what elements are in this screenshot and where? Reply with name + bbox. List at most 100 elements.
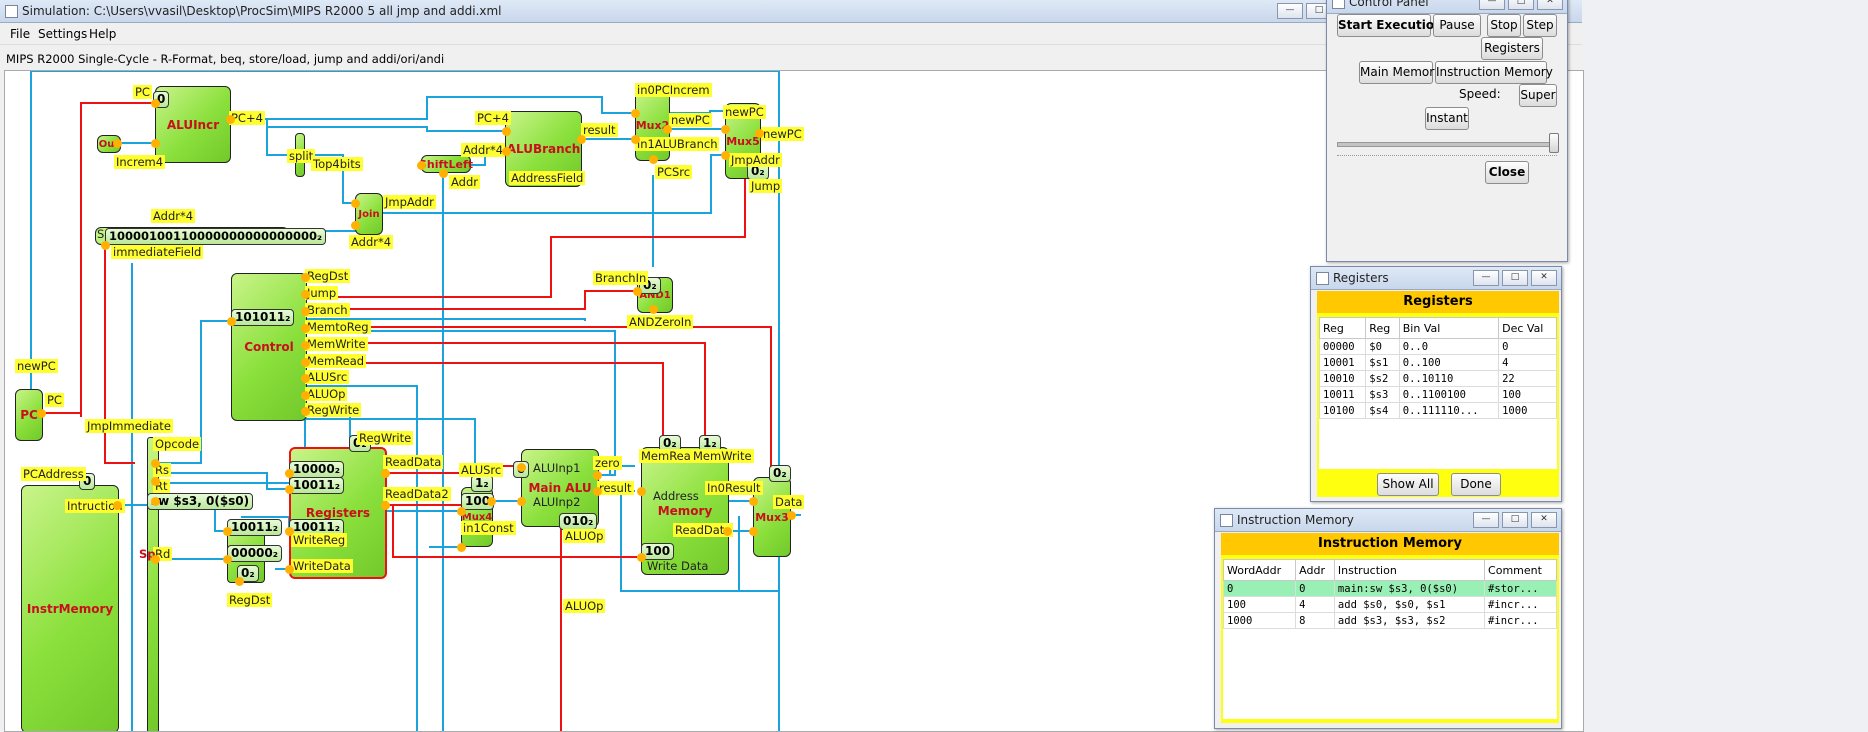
table-cell: 0..10110 — [1398, 370, 1500, 387]
table-cell: 0 — [1498, 338, 1557, 355]
control-panel-window: Control Panel — □ ✕ Start Execution Paus… — [1326, 0, 1568, 262]
close-window-button[interactable]: ✕ — [1531, 512, 1557, 528]
instr-memory-header: Instruction Memory — [1221, 533, 1559, 555]
menu-file[interactable]: File — [10, 27, 30, 41]
main-window-title: Simulation: C:\Users\vvasil\Desktop\Proc… — [22, 4, 502, 18]
registers-column-header[interactable]: Dec Val — [1498, 317, 1557, 339]
registers-column-header[interactable]: Bin Val — [1398, 317, 1500, 339]
label-new-pc-c: newPC — [761, 127, 804, 141]
label-alu-src-b: ALUSrc — [459, 463, 504, 477]
minimize-button[interactable]: — — [1479, 0, 1505, 10]
table-row[interactable]: 10010 $s2 0..10110 22 — [1319, 370, 1557, 387]
speed-slider-thumb[interactable] — [1549, 133, 1559, 153]
table-cell: 1000 — [1223, 612, 1297, 629]
close-window-button[interactable]: ✕ — [1537, 0, 1563, 10]
table-cell: 0..111110... — [1398, 402, 1500, 419]
maximize-button[interactable]: □ — [1502, 270, 1528, 286]
label-pc-top: PC — [133, 85, 152, 99]
menu-help[interactable]: Help — [89, 27, 116, 41]
instr-table-area: WordAddr Addr Instruction Comment 0 0 main:sw… — [1223, 559, 1557, 719]
table-row[interactable]: 1000 8 add $s3, $s3, $s2 #incr... — [1223, 612, 1557, 629]
table-row[interactable]: 10001 $s1 0..100 4 — [1319, 354, 1557, 371]
table-row[interactable]: 00000 $0 0..0 0 — [1319, 338, 1557, 355]
minimize-button[interactable]: — — [1473, 512, 1499, 528]
table-cell: #stor... — [1484, 580, 1557, 597]
control[interactable]: Control — [231, 273, 307, 421]
table-cell: main:sw $s3, 0($s0) — [1333, 580, 1486, 597]
table-cell: add $s0, $s0, $s1 — [1333, 596, 1486, 613]
table-cell: 0..0 — [1398, 338, 1500, 355]
java-icon — [1316, 272, 1329, 285]
step-button[interactable]: Step — [1523, 14, 1557, 37]
label-result-b: result — [597, 481, 634, 495]
mux3-select-value: 0₂ — [769, 465, 791, 482]
instr-memory-titlebar: Instruction Memory — □ ✕ — [1215, 509, 1561, 532]
table-cell: add $s3, $s3, $s2 — [1333, 612, 1486, 629]
pause-button[interactable]: Pause — [1433, 14, 1481, 37]
instr-column-header[interactable]: Instruction — [1333, 559, 1486, 581]
control-panel-title: Control Panel — [1349, 0, 1429, 9]
start-execution-button[interactable]: Start Execution — [1337, 14, 1443, 37]
table-row[interactable]: 0 0 main:sw $s3, 0($s0) #stor... — [1223, 580, 1557, 597]
speed-value-button[interactable]: Super — [1519, 84, 1557, 107]
label-alu-op-c: ALUOp — [563, 599, 606, 613]
instr-column-header[interactable]: Addr — [1295, 559, 1335, 581]
registers-button[interactable]: Registers — [1481, 37, 1543, 60]
table-cell: 0 — [1295, 580, 1335, 597]
show-all-button[interactable]: Show All — [1377, 473, 1439, 496]
label-pc-plus4-b: PC+4 — [475, 111, 511, 125]
rt-field-value: 10011₂ — [227, 519, 283, 536]
label-addr: Addr — [449, 175, 480, 189]
label-read-data2: ReadData2 — [383, 487, 451, 501]
table-cell: #incr... — [1484, 612, 1557, 629]
instr-column-header[interactable]: Comment — [1484, 559, 1557, 581]
close-window-button[interactable]: ✕ — [1531, 270, 1557, 286]
speed-label: Speed: — [1459, 87, 1501, 101]
label-branch: Branch — [305, 303, 350, 317]
instr-column-header[interactable]: WordAddr — [1223, 559, 1297, 581]
table-cell: 10100 — [1319, 402, 1367, 419]
stop-button[interactable]: Stop — [1487, 14, 1521, 37]
instruction-memory-button[interactable]: Instruction Memory — [1435, 61, 1553, 84]
table-cell: 0..1100100 — [1398, 386, 1500, 403]
minimize-button[interactable]: — — [1473, 270, 1499, 286]
label-result-a: result — [581, 123, 618, 137]
label-new-pc-a: newPC — [669, 113, 712, 127]
label-jmp-immediate: JmpImmediate — [85, 419, 173, 433]
done-button[interactable]: Done — [1451, 473, 1501, 496]
menu-settings[interactable]: Settings — [38, 27, 87, 41]
table-cell: 8 — [1295, 612, 1335, 629]
registers-column-header[interactable]: Reg — [1365, 317, 1400, 339]
label-mem-write-b: MemWrite — [691, 449, 754, 463]
label-increm4: Increm4 — [114, 155, 166, 169]
table-row[interactable]: 10011 $s3 0..1100100 100 — [1319, 386, 1557, 403]
instant-button[interactable]: Instant — [1425, 107, 1469, 130]
label-and-zero-in: ANDZeroIn — [627, 315, 694, 329]
close-button[interactable]: Close — [1485, 161, 1529, 184]
label-opcode: Opcode — [153, 437, 202, 451]
table-cell: 00000 — [1319, 338, 1367, 355]
speed-slider[interactable] — [1337, 131, 1559, 157]
main-memory-button[interactable]: Main Memory — [1359, 61, 1441, 84]
join[interactable]: Join — [355, 193, 383, 235]
registers-header: Registers — [1317, 291, 1559, 313]
maximize-button[interactable]: □ — [1502, 512, 1528, 528]
label-write-data: WriteData — [291, 559, 353, 573]
maximize-button[interactable]: □ — [1508, 0, 1534, 10]
datapath-subtitle: MIPS R2000 Single-Cycle - R-Format, beq,… — [6, 52, 445, 66]
label-write-data-mem: Write Data — [647, 559, 709, 573]
instr-memory[interactable]: InstrMemory — [21, 485, 119, 731]
label-alu-inp1: ALUInp1 — [533, 461, 581, 475]
table-cell: 10001 — [1319, 354, 1367, 371]
registers-column-header[interactable]: Reg — [1319, 317, 1367, 339]
mux4-select-value: 1₂ — [471, 475, 493, 492]
table-row[interactable]: 10100 $s4 0..111110... 1000 — [1319, 402, 1557, 419]
label-mem-to-reg: MemtoReg — [305, 320, 371, 334]
registers-titlebar: Registers — □ ✕ — [1311, 267, 1561, 290]
table-cell: 10010 — [1319, 370, 1367, 387]
minimize-button[interactable]: — — [1277, 3, 1303, 19]
table-row[interactable]: 100 4 add $s0, $s0, $s1 #incr... — [1223, 596, 1557, 613]
label-reg-write-b: RegWrite — [357, 431, 414, 445]
label-new-pc-b: newPC — [723, 105, 766, 119]
label-alu-op-b: ALUOp — [563, 529, 606, 543]
